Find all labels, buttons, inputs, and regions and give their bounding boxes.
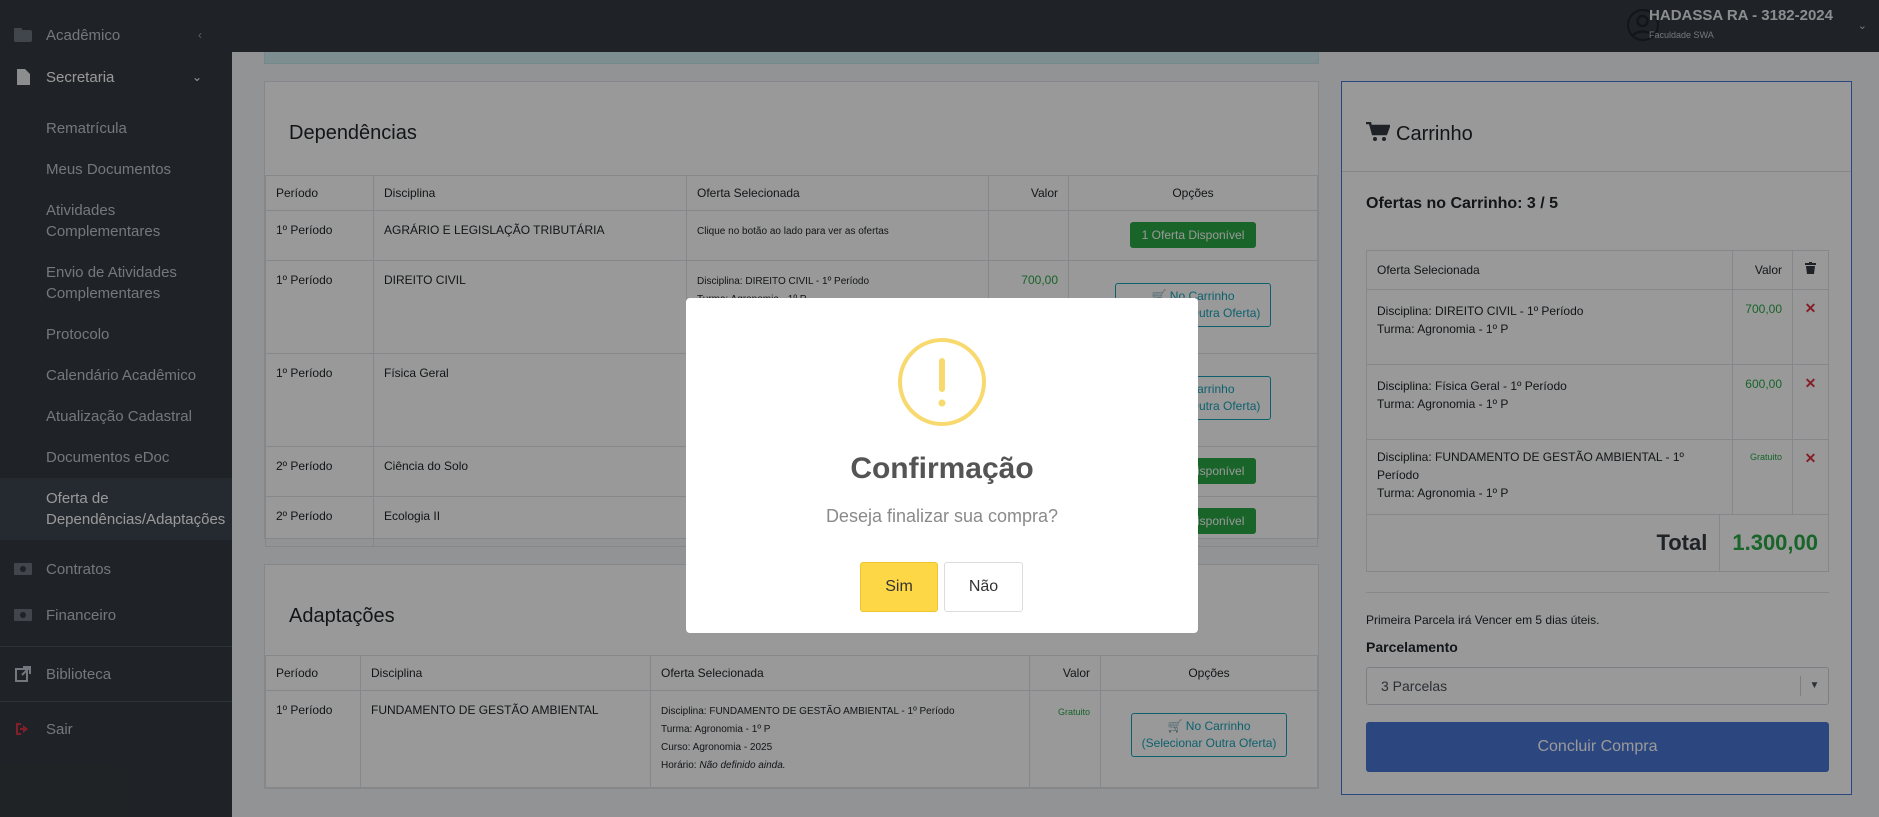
confirm-button[interactable]: Sim — [860, 562, 938, 612]
warning-icon — [898, 338, 986, 426]
confirmation-modal: Confirmação Deseja finalizar sua compra?… — [686, 298, 1198, 633]
cancel-button[interactable]: Não — [944, 562, 1023, 612]
modal-text: Deseja finalizar sua compra? — [825, 506, 1059, 526]
modal-title: Confirmação — [850, 452, 1034, 485]
